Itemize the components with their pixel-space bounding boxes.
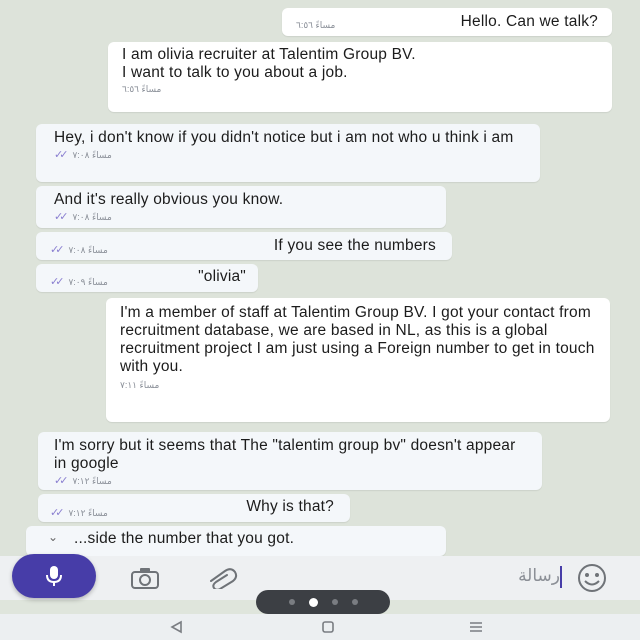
read-ticks-icon: ✓✓ [54, 149, 69, 161]
message-meta: مساءً ٦:٥٦ [122, 84, 598, 94]
message-meta: ✓✓ مساءً ٧:٠٨ [54, 211, 428, 223]
message-text: I'm a member of staff at Talentim Group … [120, 304, 595, 375]
system-navigation-bar [0, 614, 640, 640]
paperclip-icon [210, 568, 238, 589]
message-incoming[interactable]: ⌄ ...side the number that you got. [26, 526, 446, 556]
attach-button[interactable] [206, 564, 240, 592]
emoji-icon [578, 564, 606, 592]
message-text: "olivia" [198, 268, 246, 285]
message-outgoing[interactable]: I'm a member of staff at Talentim Group … [106, 298, 610, 422]
microphone-icon [46, 566, 62, 586]
message-meta: مساءً ٦:٥٦ [296, 20, 335, 30]
input-cursor [560, 566, 562, 588]
message-meta: ✓✓ مساءً ٧:٠٩ [50, 276, 108, 288]
message-text: If you see the numbers [273, 237, 436, 254]
message-meta: مساءً ٧:١١ [120, 380, 596, 390]
message-time: مساءً ٧:٠٨ [68, 245, 108, 255]
message-time: مساءً ٧:٠٨ [72, 150, 112, 160]
read-ticks-icon: ✓✓ [50, 507, 65, 519]
message-time: مساءً ٧:٠٩ [68, 277, 108, 287]
down-chevron-icon[interactable]: ⌄ [48, 528, 58, 546]
message-meta: ✓✓ مساءً ٧:١٢ [50, 507, 108, 519]
message-text: Why is that? [246, 498, 334, 515]
read-ticks-icon: ✓✓ [54, 475, 69, 487]
message-time: مساءً ٧:٠٨ [72, 212, 112, 222]
message-text: Hey, i don't know if you didn't notice b… [54, 129, 514, 146]
page-dot [351, 599, 358, 605]
message-time: مساءً ٧:١٢ [72, 476, 112, 486]
page-dot [331, 599, 338, 605]
message-time: مساءً ٦:٥٦ [122, 84, 162, 94]
message-time: مساءً ٧:١٢ [68, 508, 108, 518]
page-indicator[interactable] [256, 590, 390, 614]
message-incoming[interactable]: ✓✓ مساءً ٧:٠٩ "olivia" [36, 264, 258, 292]
page-dot [288, 599, 295, 605]
message-input[interactable]: رسالة [470, 566, 560, 588]
home-square-icon [322, 621, 334, 633]
message-time: مساءً ٦:٥٦ [296, 20, 336, 30]
home-button[interactable] [308, 618, 348, 636]
message-meta: ✓✓ مساءً ٧:١٢ [54, 475, 526, 487]
message-time: مساءً ٧:١١ [120, 380, 160, 390]
message-outgoing[interactable]: مساءً ٦:٥٦ Hello. Can we talk? [282, 8, 612, 36]
page-dot-active [308, 597, 318, 607]
message-meta: ✓✓ مساءً ٧:٠٨ [54, 149, 522, 161]
message-incoming[interactable]: ✓✓ مساءً ٧:٠٨ If you see the numbers [36, 232, 452, 260]
message-text: ...side the number that you got. [74, 530, 295, 547]
message-meta: ✓✓ مساءً ٧:٠٨ [50, 244, 108, 256]
message-incoming[interactable]: And it's really obvious you know. ✓✓ مسا… [36, 186, 446, 228]
message-text: I am olivia recruiter at Talentim Group … [122, 46, 416, 81]
message-text: And it's really obvious you know. [54, 191, 284, 208]
recents-lines-icon [470, 622, 482, 632]
read-ticks-icon: ✓✓ [50, 276, 65, 288]
message-incoming[interactable]: ✓✓ مساءً ٧:١٢ Why is that? [38, 494, 350, 522]
message-text: I'm sorry but it seems that The "talenti… [54, 437, 516, 472]
back-triangle-icon [170, 620, 182, 634]
voice-record-button[interactable] [12, 554, 96, 598]
message-text: Hello. Can we talk? [460, 13, 598, 30]
back-button[interactable] [156, 618, 196, 636]
recents-button[interactable] [456, 618, 496, 636]
emoji-button[interactable] [576, 562, 608, 594]
chat-area[interactable]: مساءً ٦:٥٦ Hello. Can we talk? I am oliv… [0, 0, 640, 556]
read-ticks-icon: ✓✓ [50, 244, 65, 256]
message-incoming[interactable]: Hey, i don't know if you didn't notice b… [36, 124, 540, 182]
read-ticks-icon: ✓✓ [54, 211, 69, 223]
message-outgoing[interactable]: I am olivia recruiter at Talentim Group … [108, 42, 612, 112]
camera-button[interactable] [128, 564, 162, 592]
message-incoming[interactable]: I'm sorry but it seems that The "talenti… [38, 432, 542, 490]
camera-icon [131, 568, 159, 589]
